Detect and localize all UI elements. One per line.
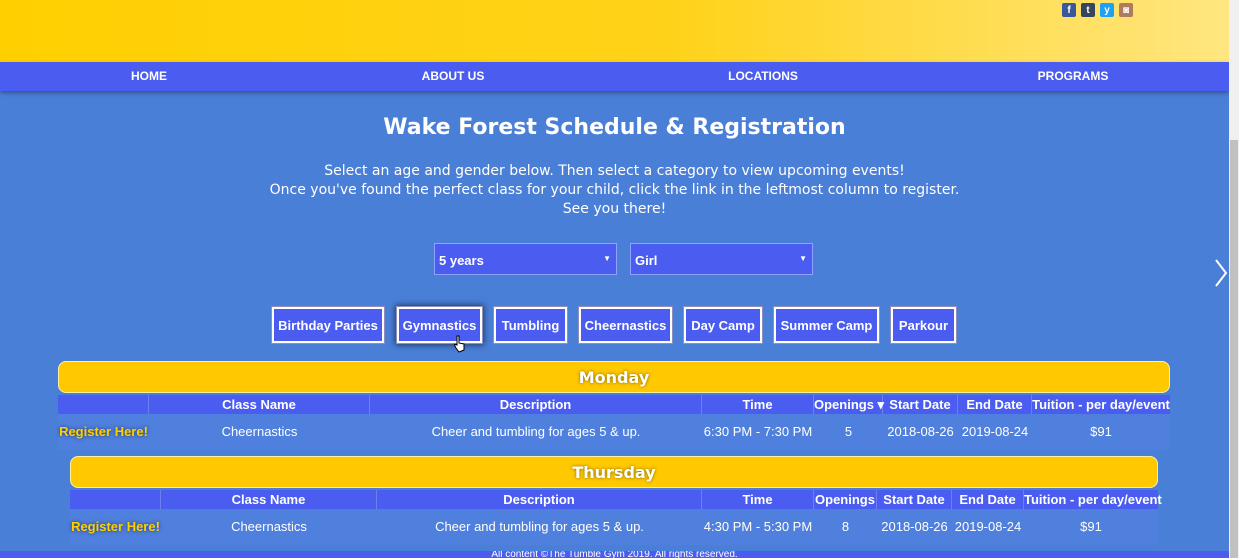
- cell-openings: 8: [841, 519, 850, 534]
- header-banner: f t y ◙: [0, 0, 1229, 62]
- column-header-start-date[interactable]: Start Date: [883, 395, 958, 414]
- cell-start-date: 2018-08-26: [887, 424, 954, 439]
- intro-line: Select an age and gender below. Then sel…: [324, 163, 905, 179]
- column-header-end-date[interactable]: End Date: [952, 490, 1024, 509]
- cell-end-date: 2019-08-24: [961, 424, 1029, 439]
- column-header-description[interactable]: Description: [377, 490, 702, 509]
- chevron-right-icon[interactable]: [1214, 258, 1228, 288]
- cell-start-date: 2018-08-26: [881, 519, 948, 534]
- column-header-time[interactable]: Time: [702, 490, 814, 509]
- column-header-openings[interactable]: Openings: [814, 490, 877, 509]
- gender-select[interactable]: Girl ▼: [630, 243, 813, 275]
- hand-cursor-icon: [454, 335, 465, 353]
- nav-home[interactable]: HOME: [131, 69, 167, 83]
- category-gymnastics[interactable]: Gymnastics: [396, 306, 483, 344]
- cell-class-name: Cheernastics: [221, 424, 298, 439]
- column-header-tuition[interactable]: Tuition - per day/event: [1024, 490, 1162, 509]
- column-header-class-name[interactable]: Class Name: [149, 395, 370, 414]
- column-header-start-date[interactable]: Start Date: [877, 490, 952, 509]
- main-nav: HOME ABOUT US LOCATIONS PROGRAMS: [0, 62, 1229, 91]
- column-header-register: [58, 395, 149, 414]
- social-links: f t y ◙: [1062, 3, 1133, 17]
- column-header-end-date[interactable]: End Date: [958, 395, 1032, 414]
- intro-line: See you there!: [562, 201, 667, 217]
- column-header-openings[interactable]: Openings ▾: [814, 395, 884, 414]
- nav-locations[interactable]: LOCATIONS: [728, 69, 798, 83]
- cell-description: Cheer and tumbling for ages 5 & up.: [435, 519, 644, 534]
- category-summer-camp[interactable]: Summer Camp: [773, 306, 880, 344]
- cell-description: Cheer and tumbling for ages 5 & up.: [431, 424, 641, 439]
- cell-openings: 5: [844, 424, 853, 439]
- table-row: Register Here! Cheernastics Cheer and tu…: [58, 414, 1170, 450]
- intro-text: Select an age and gender below. Then sel…: [0, 162, 1229, 219]
- nav-about-us[interactable]: ABOUT US: [422, 69, 485, 83]
- cell-end-date: 2019-08-24: [954, 519, 1022, 534]
- table-row: Register Here! Cheernastics Cheer and tu…: [70, 509, 1158, 545]
- page-title: Wake Forest Schedule & Registration: [383, 115, 846, 140]
- instagram-icon[interactable]: ◙: [1119, 3, 1133, 17]
- table-header: Class Name Description Time Openings Sta…: [70, 490, 1162, 509]
- age-select[interactable]: 5 years ▼: [434, 243, 617, 275]
- column-header-description[interactable]: Description: [370, 395, 702, 414]
- category-birthday-parties[interactable]: Birthday Parties: [271, 306, 385, 344]
- dropdown-caret-icon: ▼: [799, 254, 807, 263]
- footer-copyright: All content ©The Tumble Gym 2019. All ri…: [0, 551, 1229, 558]
- tumblr-icon[interactable]: t: [1081, 3, 1095, 17]
- intro-line: Once you've found the perfect class for …: [269, 182, 960, 198]
- column-header-class-name[interactable]: Class Name: [161, 490, 377, 509]
- category-tumbling[interactable]: Tumbling: [493, 306, 568, 344]
- column-header-register: [70, 490, 161, 509]
- cell-tuition: $91: [1080, 519, 1102, 534]
- age-select-value: 5 years: [439, 253, 484, 268]
- cell-class-name: Cheernastics: [231, 519, 307, 534]
- cell-tuition: $91: [1090, 424, 1112, 439]
- dropdown-caret-icon: ▼: [603, 254, 611, 263]
- category-cheernastics[interactable]: Cheernastics: [578, 306, 673, 344]
- register-link[interactable]: Register Here!: [58, 414, 149, 450]
- gender-select-value: Girl: [635, 253, 658, 268]
- day-header-monday: Monday: [58, 361, 1170, 393]
- column-header-time[interactable]: Time: [702, 395, 814, 414]
- facebook-icon[interactable]: f: [1062, 3, 1076, 17]
- category-parkour[interactable]: Parkour: [890, 306, 957, 344]
- table-header: Class Name Description Time Openings ▾ S…: [58, 395, 1170, 414]
- scrollbar-thumb[interactable]: [1230, 140, 1238, 558]
- cell-time: 6:30 PM - 7:30 PM: [703, 424, 813, 439]
- register-link[interactable]: Register Here!: [70, 509, 161, 545]
- twitter-icon[interactable]: y: [1100, 3, 1114, 17]
- category-day-camp[interactable]: Day Camp: [683, 306, 763, 344]
- column-header-tuition[interactable]: Tuition - per day/event: [1032, 395, 1170, 414]
- page-scrollbar[interactable]: [1229, 0, 1239, 558]
- nav-programs[interactable]: PROGRAMS: [1038, 69, 1109, 83]
- day-header-thursday: Thursday: [70, 456, 1158, 488]
- cell-time: 4:30 PM - 5:30 PM: [703, 519, 813, 534]
